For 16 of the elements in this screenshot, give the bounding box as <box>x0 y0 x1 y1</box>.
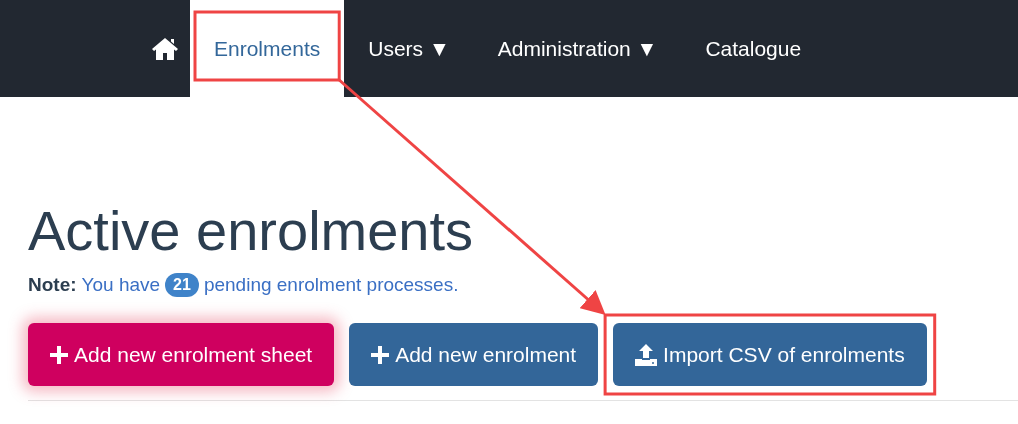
note-text: pending enrolment processes. <box>203 274 459 296</box>
page-title: Active enrolments <box>28 201 474 261</box>
action-button[interactable]: Import CSV of enrolments <box>613 323 927 386</box>
nav-link[interactable]: Enrolments <box>190 0 345 97</box>
note-label: Note: <box>28 274 77 296</box>
nav-dropdown[interactable]: Users ▼ <box>344 0 474 97</box>
nav-link[interactable]: Catalogue <box>681 0 826 97</box>
action-button[interactable]: Add new enrolment <box>349 323 599 386</box>
action-button[interactable]: Add new enrolment sheet <box>28 323 335 386</box>
note-text: You have <box>81 274 161 296</box>
plus-icon <box>50 345 68 364</box>
upload-icon <box>635 343 658 366</box>
nav-dropdown[interactable]: Administration ▼ <box>473 0 682 97</box>
count-badge: 21 <box>165 273 199 297</box>
plus-icon <box>371 345 390 364</box>
home-icon <box>152 37 178 60</box>
